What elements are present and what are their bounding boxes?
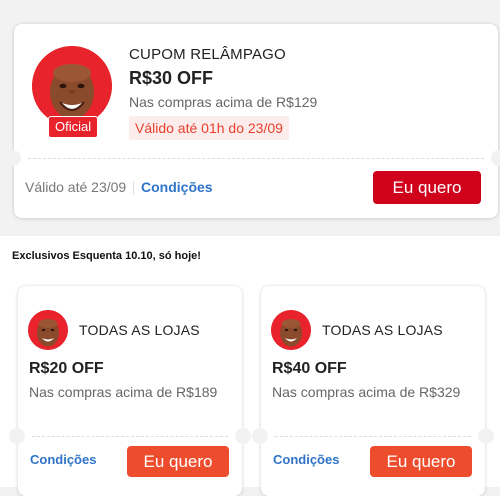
ticket-notch-left (252, 428, 268, 444)
claim-button[interactable]: Eu quero (373, 171, 481, 204)
store-scope-label: TODAS AS LOJAS (322, 322, 443, 338)
ticket-divider (32, 436, 228, 437)
store-scope-label: TODAS AS LOJAS (79, 322, 200, 338)
discount-amount: R$30 OFF (129, 68, 214, 88)
footer-separator (133, 181, 134, 195)
ticket-notch-left (5, 150, 21, 166)
claim-button[interactable]: Eu quero (370, 446, 472, 477)
ticket-notch-left (9, 428, 25, 444)
ticket-divider (28, 158, 484, 159)
flash-coupon-section: Oficial CUPOM RELÂMPAGO R$30 OFF Nas com… (0, 0, 500, 229)
shop-avatar: Oficial (32, 46, 112, 138)
validity-tag: Válido até 01h do 23/09 (129, 116, 289, 140)
minimum-spend: Nas compras acima de R$189 (29, 384, 218, 400)
ticket-notch-right (491, 150, 500, 166)
discount-amount: R$40 OFF (272, 360, 347, 377)
minimum-spend: Nas compras acima de R$129 (129, 94, 318, 110)
conditions-link[interactable]: Condições (30, 452, 96, 467)
section-title: Exclusivos Esquenta 10.10, só hoje! (12, 250, 201, 262)
coupon-card: TODAS AS LOJAS R$40 OFF Nas compras acim… (252, 286, 494, 496)
minimum-spend: Nas compras acima de R$329 (272, 384, 461, 400)
exclusive-coupons-section: Exclusivos Esquenta 10.10, só hoje! TODA… (0, 236, 500, 496)
ticket-notch-right (478, 428, 494, 444)
ticket-notch-right (235, 428, 251, 444)
conditions-link[interactable]: Condições (273, 452, 339, 467)
flash-coupon-card: Oficial CUPOM RELÂMPAGO R$30 OFF Nas com… (5, 24, 500, 218)
official-badge: Oficial (48, 116, 99, 138)
claim-button[interactable]: Eu quero (127, 446, 229, 477)
discount-amount: R$20 OFF (29, 360, 104, 377)
ticket-divider (275, 436, 471, 437)
conditions-link[interactable]: Condições (141, 179, 213, 195)
valid-until: Válido até 23/09 (25, 179, 127, 195)
coupon-type-label: CUPOM RELÂMPAGO (129, 46, 286, 63)
mascot-face-avatar-icon (28, 310, 68, 350)
mascot-face-avatar-icon (32, 46, 112, 126)
mascot-face-avatar-icon (271, 310, 311, 350)
coupon-card: TODAS AS LOJAS R$20 OFF Nas compras acim… (9, 286, 251, 496)
